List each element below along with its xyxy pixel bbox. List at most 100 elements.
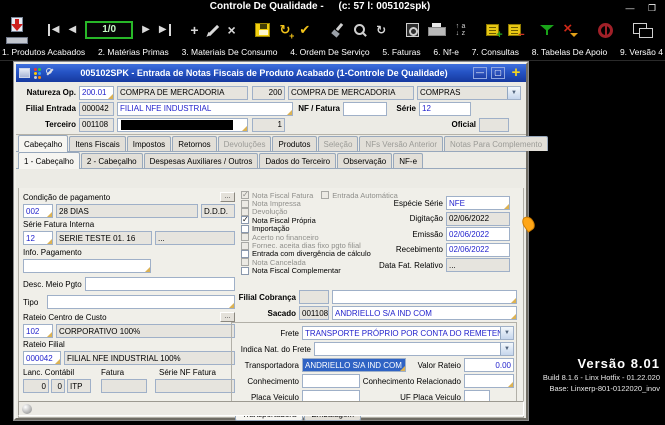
menu-item-versao[interactable]: 9. Versão 4	[620, 46, 663, 60]
filial-cobranca-desc-field[interactable]	[332, 290, 517, 304]
serie-fatura-code-field[interactable]: 12	[23, 231, 53, 245]
conhecimento-field[interactable]	[302, 374, 360, 388]
rateio-filial-code-field[interactable]: 000042	[23, 351, 61, 365]
tab-2-cabecalho[interactable]: 2 - Cabeçalho	[81, 153, 143, 168]
condicao-code-field[interactable]: 002	[23, 204, 53, 218]
tab-itens-fiscais[interactable]: Itens Fiscais	[69, 136, 125, 151]
checkbox-nota-cancelada[interactable]	[241, 258, 249, 266]
tab-1-cabecalho[interactable]: 1 - Cabeçalho	[18, 152, 80, 169]
app-minimize-button[interactable]: —	[623, 3, 637, 14]
emissao-field[interactable]: 02/06/2022	[446, 227, 510, 241]
menu-item-tabelas-apoio[interactable]: 8. Tabelas De Apoio	[532, 46, 607, 60]
import-record-icon[interactable]	[6, 17, 28, 44]
menu-item-materiais-consumo[interactable]: 3. Materiais De Consumo	[182, 46, 278, 60]
menu-item-nfe[interactable]: 6. Nf-e	[433, 46, 459, 60]
menu-item-faturas[interactable]: 5. Faturas	[382, 46, 420, 60]
sort-icon[interactable]: ↑a↓z	[454, 23, 466, 37]
window-titlebar[interactable]: 005102SPK - Entrada de Notas Fiscais de …	[16, 64, 526, 82]
especie-serie-field[interactable]: NFE	[446, 196, 510, 210]
rateio-cc-desc-field: CORPORATIVO 100%	[56, 324, 235, 338]
tab-retornos[interactable]: Retornos	[172, 136, 216, 151]
add-record-icon[interactable]: +	[190, 23, 198, 37]
recebimento-field[interactable]: 02/06/2022	[446, 243, 510, 257]
tab-observacao[interactable]: Observação	[337, 153, 392, 168]
clear-filter-icon[interactable]: ×	[563, 23, 578, 37]
menu-item-produtos-acabados[interactable]: 1. Produtos Acabados	[2, 46, 85, 60]
cancel-exit-icon[interactable]	[598, 23, 613, 38]
save-and-new-icon[interactable]: ↻+	[279, 22, 290, 38]
tab-selecao: Seleção	[318, 136, 359, 151]
previous-record-icon[interactable]: ◀	[68, 24, 76, 36]
edit-record-icon[interactable]	[207, 24, 218, 35]
delete-record-icon[interactable]: ×	[228, 23, 236, 37]
app-maximize-button[interactable]: ❐	[645, 3, 659, 14]
first-record-icon[interactable]: ◀	[48, 24, 60, 36]
condicao-pagamento-more-button[interactable]: ...	[220, 192, 235, 202]
lanc-contabil-field-2: 0	[51, 379, 65, 393]
sacado-desc-field[interactable]: ANDRIELLO S/A IND COM	[332, 306, 517, 320]
clear-form-icon[interactable]	[330, 23, 344, 37]
nf-fatura-field[interactable]	[343, 102, 387, 116]
window-plus-button[interactable]: +	[509, 66, 523, 80]
remove-from-list-icon[interactable]: −	[508, 24, 521, 36]
menu-item-consultas[interactable]: 7. Consultas	[472, 46, 519, 60]
chevron-down-icon[interactable]: ▼	[507, 87, 520, 99]
valor-rateio-label: Valor Rateio	[406, 361, 464, 370]
rateio-cc-code-field[interactable]: 102	[23, 324, 53, 338]
serie-field[interactable]: 12	[419, 102, 471, 116]
system-menu-icon[interactable]	[19, 68, 30, 78]
checkbox-importacao[interactable]	[241, 225, 249, 233]
chevron-down-icon[interactable]: ▼	[500, 343, 513, 355]
indica-nat-frete-dropdown[interactable]: ▼	[314, 342, 514, 356]
window-maximize-button[interactable]: ▢	[491, 67, 505, 79]
tab-nfe-sub[interactable]: NF-e	[393, 153, 423, 168]
window-minimize-button[interactable]: —	[473, 67, 487, 79]
add-to-list-icon[interactable]: +	[486, 24, 499, 36]
search-icon[interactable]	[353, 23, 367, 37]
natureza-op-code-field[interactable]: 200.01	[79, 86, 114, 100]
transportadora-field[interactable]: ANDRIELLO S/A IND COM	[302, 358, 406, 372]
tab-despesas-auxiliares[interactable]: Despesas Auxiliares / Outros	[144, 153, 259, 168]
preview-icon[interactable]	[406, 23, 419, 37]
wrench-icon[interactable]	[45, 68, 55, 78]
desc-meio-pgto-field[interactable]	[85, 277, 235, 291]
checkbox-divergencia-calculo[interactable]	[241, 250, 249, 258]
transport-groupbox: Frete TRANSPORTE PRÓPRIO POR CONTA DO RE…	[231, 322, 517, 407]
checkbox-entrada-automatica[interactable]	[321, 191, 329, 199]
chevron-down-icon[interactable]: ▼	[500, 327, 513, 339]
tab-dados-terceiro[interactable]: Dados do Terceiro	[259, 153, 336, 168]
next-record-icon[interactable]: ▶	[142, 24, 150, 36]
filial-desc-field[interactable]: FILIAL NFE INDUSTRIAL	[117, 102, 293, 116]
frete-label: Frete	[234, 329, 302, 338]
checkbox-acerto-financeiro[interactable]	[241, 233, 249, 241]
valor-rateio-field[interactable]: 0.00	[464, 358, 514, 372]
frete-dropdown[interactable]: TRANSPORTE PRÓPRIO POR CONTA DO REMETENT…	[302, 326, 514, 340]
screens-icon[interactable]	[633, 23, 653, 38]
refresh-icon[interactable]: ↻	[376, 23, 386, 37]
natureza-tipo-dropdown[interactable]: COMPRAS ▼	[417, 86, 521, 100]
last-record-icon[interactable]: ▶	[159, 24, 171, 36]
checkbox-nota-fiscal-propria[interactable]	[241, 216, 249, 224]
tipo-field[interactable]	[47, 295, 235, 309]
natureza-op-desc-field: COMPRA DE MERCADORIA	[117, 86, 248, 100]
sub-tabstrip: 1 - Cabeçalho 2 - Cabeçalho Despesas Aux…	[16, 152, 526, 169]
confirm-icon[interactable]: ✔	[299, 22, 310, 38]
save-icon[interactable]	[255, 23, 270, 37]
menu-item-materias-primas[interactable]: 2. Matérias Primas	[98, 46, 169, 60]
info-pagamento-field[interactable]	[23, 259, 151, 273]
terceiro-desc-field[interactable]	[117, 118, 248, 132]
data-fat-relativo-field: ...	[446, 258, 510, 272]
checkbox-fornec-dias-fixo[interactable]	[241, 242, 249, 250]
checkbox-nota-fiscal-fatura[interactable]	[241, 191, 249, 199]
conhecimento-relacionado-field[interactable]	[464, 374, 514, 388]
checkbox-nota-fiscal-complementar[interactable]	[241, 267, 249, 275]
tab-produtos[interactable]: Produtos	[272, 136, 316, 151]
tab-cabecalho[interactable]: Cabeçalho	[18, 135, 68, 152]
lanc-contabil-field-1: 0	[23, 379, 49, 393]
checkbox-nota-impressa[interactable]	[241, 200, 249, 208]
filter-icon[interactable]	[540, 24, 554, 36]
tab-impostos[interactable]: Impostos	[127, 136, 171, 151]
content-panel: Condição de pagamento ... 002 28 DIAS D.…	[18, 188, 524, 418]
menu-item-ordem-servico[interactable]: 4. Ordem De Serviço	[290, 46, 369, 60]
print-icon[interactable]	[428, 23, 445, 37]
